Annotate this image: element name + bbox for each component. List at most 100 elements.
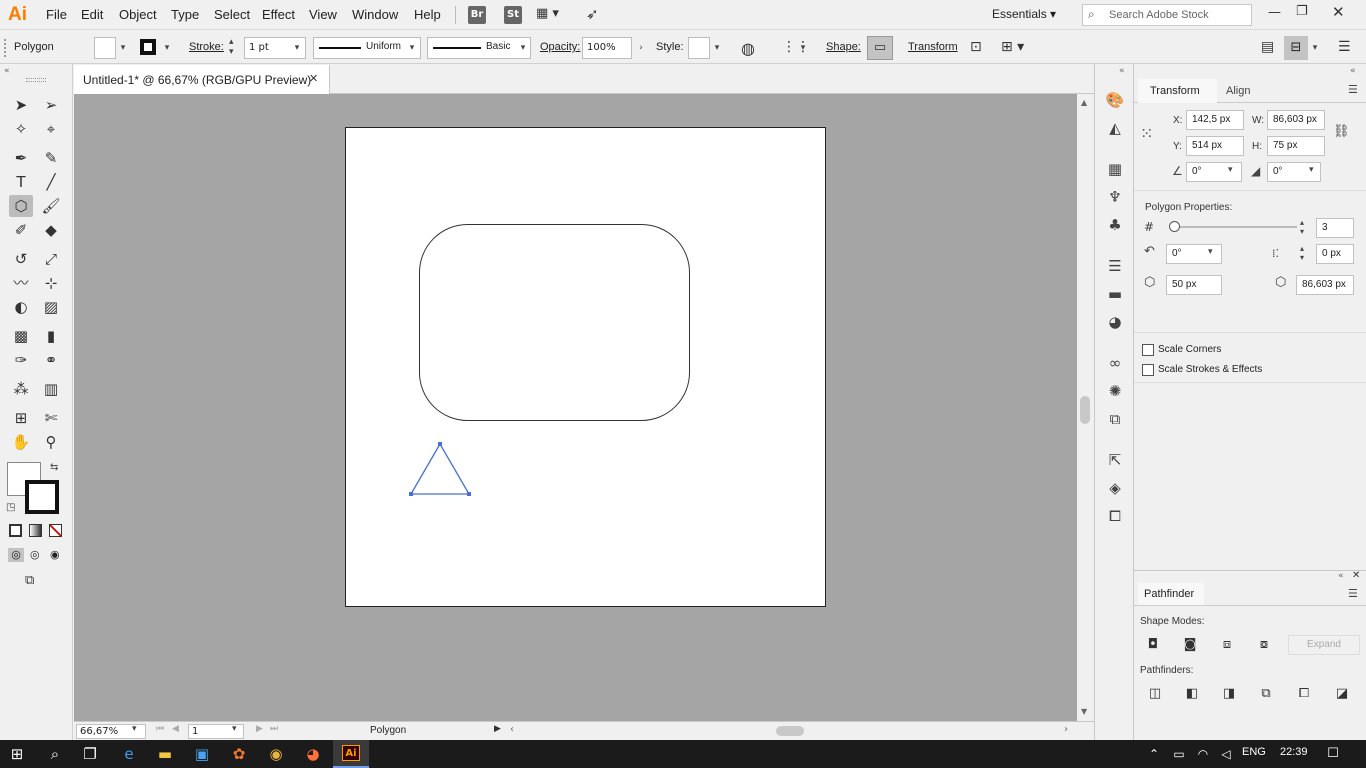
brushes-panel-icon[interactable]: ♆	[1105, 187, 1125, 207]
transform-link[interactable]: Transform	[908, 41, 958, 53]
arrange-documents-icon[interactable]: ▦ ▾	[536, 6, 566, 24]
y-field[interactable]: 514 px	[1186, 136, 1244, 156]
style-swatch[interactable]	[688, 37, 710, 59]
start-icon[interactable]: ⊞	[6, 744, 28, 764]
trim-icon[interactable]: ◧	[1183, 685, 1201, 703]
exclude-icon[interactable]: ⧇	[1255, 636, 1273, 654]
panel-menu-icon[interactable]: ☰	[1348, 83, 1358, 96]
eyedropper-tool-icon[interactable]: ✑	[9, 349, 33, 371]
slice-tool-icon[interactable]: ✄	[39, 407, 63, 429]
paint-app-icon[interactable]: ✿	[228, 744, 250, 764]
action-center-icon[interactable]: ☐	[1322, 744, 1344, 764]
polygon-radius-field[interactable]: 50 px	[1166, 275, 1222, 295]
opacity-input[interactable]: 100%	[582, 37, 632, 59]
gradient-panel-icon[interactable]: ▬	[1105, 284, 1125, 304]
first-artboard-icon[interactable]: ⏮	[156, 724, 164, 734]
stroke-swatch[interactable]	[140, 39, 156, 55]
tab-align[interactable]: Align	[1220, 79, 1266, 103]
edit-contents-icon[interactable]: ⊞ ▾	[1001, 39, 1024, 55]
eraser-tool-icon[interactable]: ◆	[39, 219, 63, 241]
close-pathfinder-icon[interactable]: ✕	[1352, 570, 1360, 581]
sides-field[interactable]: 3	[1316, 218, 1354, 238]
firefox-icon[interactable]: ◕	[302, 744, 324, 764]
scroll-right-icon[interactable]: ›	[1064, 724, 1068, 735]
color-guide-icon[interactable]: ◭	[1105, 118, 1125, 138]
shape-builder-tool-icon[interactable]: ◐	[9, 296, 33, 318]
polygon-tool-icon[interactable]: ⬡	[9, 195, 33, 217]
opacity-label[interactable]: Opacity:	[540, 41, 580, 53]
appearance-panel-icon[interactable]: ✺	[1105, 381, 1125, 401]
symbols-panel-icon[interactable]: ♣	[1105, 215, 1125, 235]
layers-panel-icon[interactable]: ◈	[1105, 478, 1125, 498]
pen-tool-icon[interactable]: ✒	[9, 147, 33, 169]
last-artboard-icon[interactable]: ⏭	[270, 724, 278, 734]
edge-icon[interactable]: e	[118, 744, 140, 764]
screen-mode-icon[interactable]: ⧉	[25, 573, 34, 588]
tab-transform[interactable]: Transform	[1138, 79, 1217, 103]
volume-icon[interactable]: ◁	[1215, 744, 1237, 764]
style-dropdown-icon[interactable]: ▾	[710, 37, 724, 59]
menu-type[interactable]: Type	[171, 7, 199, 22]
stroke-panel-icon[interactable]: ☰	[1105, 256, 1125, 276]
stroke-label[interactable]: Stroke:	[189, 41, 224, 53]
menu-file[interactable]: File	[46, 7, 67, 22]
lasso-tool-icon[interactable]: ⌖	[39, 118, 63, 140]
artboard[interactable]	[345, 127, 826, 607]
fill-swatch[interactable]	[94, 37, 116, 59]
stroke-color-swatch[interactable]	[25, 480, 59, 514]
control-panel-dropdown-icon[interactable]: ▾	[1308, 37, 1322, 59]
artboard-tool-icon[interactable]: ⊞	[9, 407, 33, 429]
type-tool-icon[interactable]: T	[9, 171, 33, 193]
shaper-tool-icon[interactable]: ✐	[9, 219, 33, 241]
artboard-dropdown-icon[interactable]: ▾	[232, 724, 237, 734]
draw-normal-icon[interactable]: ◎	[8, 548, 24, 562]
gradient-mode-icon[interactable]	[29, 524, 42, 537]
close-icon[interactable]: ✕	[1332, 3, 1345, 21]
control-panel-icon[interactable]: ⊟	[1284, 36, 1308, 60]
isolate-icon[interactable]: ⊡	[970, 39, 982, 55]
divide-icon[interactable]: ◫	[1146, 685, 1164, 703]
warp-tool-icon[interactable]: 〰	[9, 272, 33, 294]
scale-strokes-checkbox[interactable]	[1142, 364, 1154, 376]
wifi-icon[interactable]: ◠	[1192, 744, 1214, 764]
language-indicator[interactable]: ENG	[1242, 746, 1266, 758]
menu-object[interactable]: Object	[119, 7, 157, 22]
perspective-grid-tool-icon[interactable]: ▨	[39, 296, 63, 318]
horizontal-scroll-thumb[interactable]	[776, 726, 804, 736]
symbol-sprayer-tool-icon[interactable]: ⁂	[9, 378, 33, 400]
x-field[interactable]: 142,5 px	[1186, 110, 1244, 130]
fill-dropdown-icon[interactable]: ▾	[116, 37, 130, 59]
bridge-button[interactable]: Br	[468, 6, 486, 24]
close-document-icon[interactable]: ✕	[309, 72, 318, 85]
profile-dropdown-icon[interactable]: ▾	[405, 37, 419, 59]
recolor-artwork-icon[interactable]: ◍	[741, 39, 755, 58]
sides-slider-track[interactable]	[1174, 226, 1297, 228]
merge-icon[interactable]: ◨	[1220, 685, 1238, 703]
intersect-icon[interactable]: ⧈	[1218, 636, 1236, 654]
minus-front-icon[interactable]: ◙	[1181, 636, 1199, 654]
angle-field[interactable]: 0°	[1186, 162, 1242, 182]
minimize-icon[interactable]: —	[1268, 5, 1281, 20]
pathfinder-menu-icon[interactable]: ☰	[1348, 587, 1358, 600]
draw-inside-icon[interactable]: ◉	[50, 548, 60, 561]
vertical-scroll-thumb[interactable]	[1080, 396, 1090, 424]
collapse-panel-icon[interactable]: «	[1350, 66, 1356, 76]
sides-slider-thumb[interactable]	[1169, 221, 1180, 232]
collapse-tools-icon[interactable]: «	[4, 66, 10, 76]
rotate-tool-icon[interactable]: ↺	[9, 248, 33, 270]
column-graph-tool-icon[interactable]: ▥	[39, 378, 63, 400]
clock[interactable]: 22:39	[1280, 746, 1308, 758]
color-mode-icon[interactable]	[9, 524, 22, 537]
previous-artboard-icon[interactable]: ◀	[172, 724, 179, 734]
magic-wand-tool-icon[interactable]: ✧	[9, 118, 33, 140]
zoom-tool-icon[interactable]: ⚲	[39, 431, 63, 453]
stroke-weight-dropdown-icon[interactable]: ▾	[290, 37, 304, 59]
paintbrush-tool-icon[interactable]: 🖌	[39, 195, 63, 217]
free-transform-tool-icon[interactable]: ⊹	[39, 272, 63, 294]
minus-back-icon[interactable]: ◪	[1333, 685, 1351, 703]
menu-window[interactable]: Window	[352, 7, 398, 22]
stroke-stepper-icon[interactable]: ▴ ▾	[229, 37, 234, 57]
corner-stepper-icon[interactable]: ▴ ▾	[1300, 244, 1304, 262]
brush-dropdown-icon[interactable]: ▾	[516, 37, 530, 59]
shape-label[interactable]: Shape:	[826, 41, 861, 53]
